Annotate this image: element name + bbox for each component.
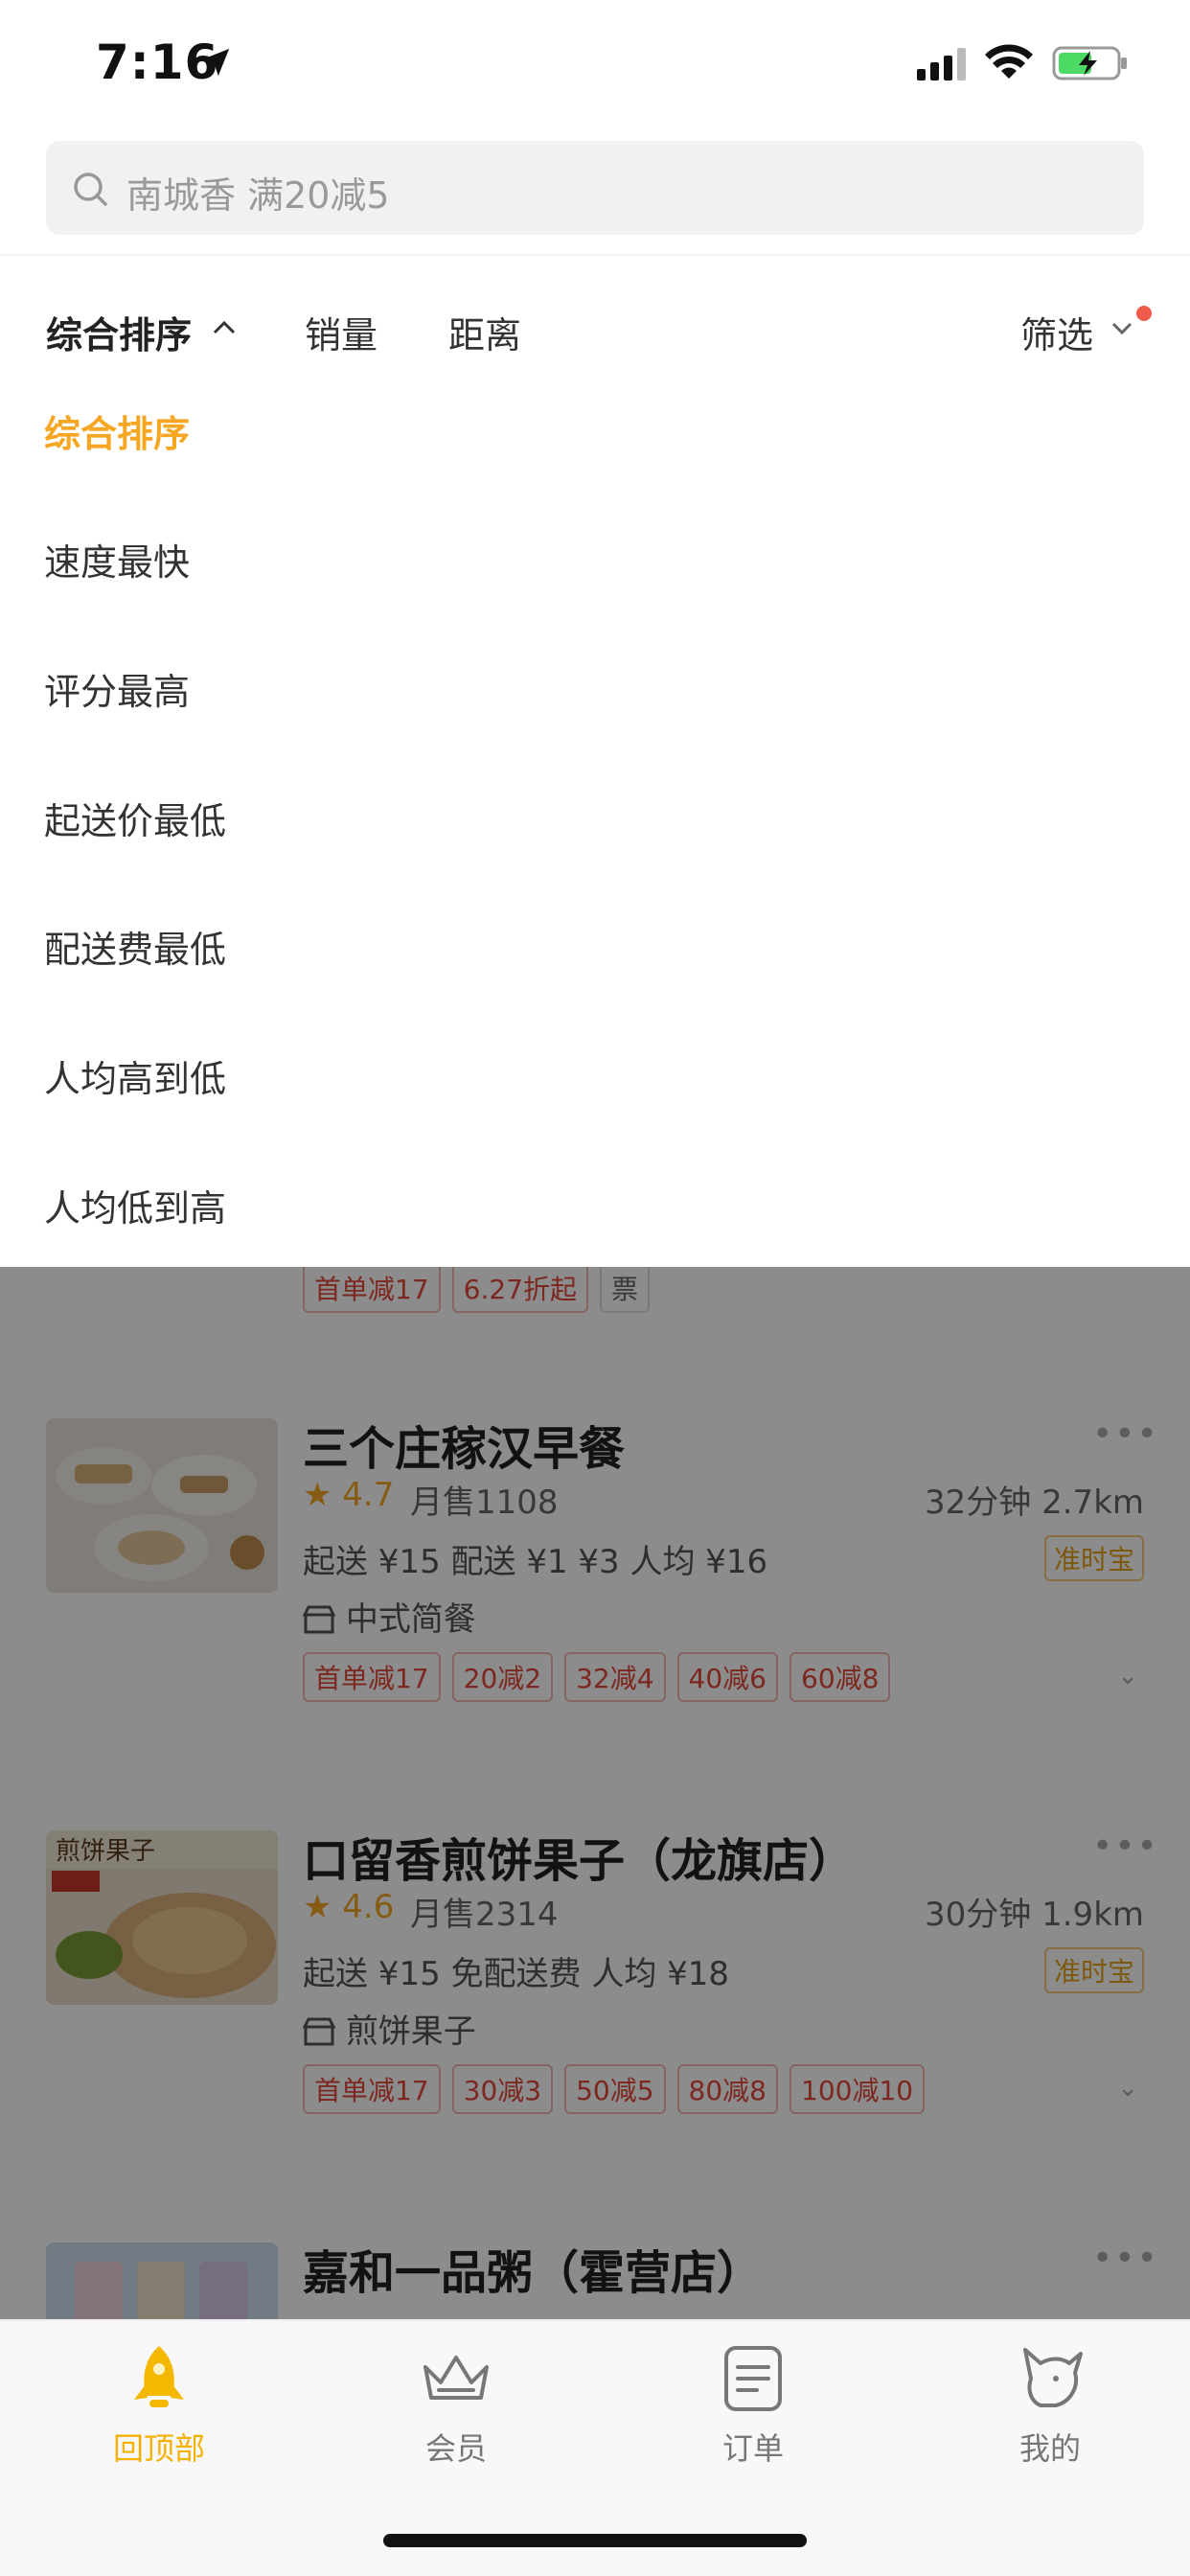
status-bar: 7:16 (0, 0, 1190, 134)
tab-orders[interactable]: 订单 (657, 2340, 849, 2469)
location-arrow-icon (201, 48, 230, 77)
sort-dropdown: 综合排序 速度最快 评分最高 起送价最低 配送费最低 人均高到低 人均低到高 (0, 381, 1190, 1267)
crown-icon (423, 2356, 489, 2400)
home-indicator (383, 2534, 807, 2547)
search-icon (74, 172, 107, 206)
order-list-icon (724, 2346, 782, 2411)
tab-label: 回顶部 (112, 2430, 205, 2467)
battery-charging-icon (1052, 46, 1127, 80)
sort-distance-tab[interactable]: 距离 (448, 306, 521, 358)
search-placeholder: 南城香 满20减5 (126, 174, 390, 217)
search-input[interactable]: 南城香 满20减5 (46, 141, 1144, 235)
rocket-icon (134, 2346, 184, 2407)
filter-button[interactable]: 筛选 (1020, 306, 1093, 358)
sort-option[interactable]: 人均高到低 (44, 1049, 226, 1102)
tab-label: 会员 (424, 2430, 487, 2467)
filter-notification-dot (1136, 306, 1152, 321)
cellular-signal-icon (917, 48, 966, 80)
sort-option[interactable]: 人均低到高 (44, 1179, 226, 1231)
wifi-icon (985, 44, 1033, 79)
tab-membership[interactable]: 会员 (360, 2340, 552, 2469)
sort-option[interactable]: 配送费最低 (44, 920, 226, 973)
sort-option[interactable]: 速度最快 (44, 533, 190, 586)
chevron-down-icon (1111, 322, 1133, 335)
sort-option[interactable]: 评分最高 (44, 662, 190, 715)
sort-option[interactable]: 综合排序 (44, 404, 190, 457)
profile-icon (1023, 2348, 1083, 2407)
tab-label: 我的 (1018, 2430, 1081, 2467)
chevron-up-icon (213, 320, 236, 334)
dropdown-backdrop[interactable] (0, 1267, 1190, 2319)
sort-comprehensive-tab[interactable]: 综合排序 (46, 306, 192, 358)
sort-option[interactable]: 起送价最低 (44, 792, 226, 844)
tab-profile[interactable]: 我的 (954, 2340, 1146, 2469)
tab-label: 订单 (721, 2430, 784, 2467)
tab-back-to-top[interactable]: 回顶部 (63, 2340, 255, 2469)
sort-sales-tab[interactable]: 销量 (305, 306, 378, 358)
